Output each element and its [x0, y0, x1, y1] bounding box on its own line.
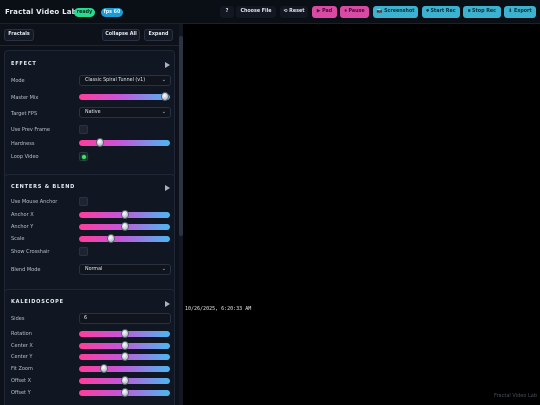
center-y-slider[interactable]: [79, 352, 170, 361]
slider-thumb[interactable]: [100, 364, 109, 373]
slider-thumb[interactable]: [161, 92, 170, 101]
center-y-label: Center Y: [11, 354, 33, 360]
help-button[interactable]: ?: [220, 6, 234, 18]
status-badge: ready: [74, 8, 95, 17]
sides-input[interactable]: 6: [79, 313, 171, 324]
blend-mode-label: Blend Mode: [11, 267, 41, 273]
use-prev-frame-checkbox[interactable]: [79, 125, 88, 134]
hardness-slider[interactable]: [79, 138, 170, 147]
target-fps-select[interactable]: Native ⌄: [79, 107, 171, 118]
rotation-slider[interactable]: [79, 329, 170, 338]
sidebar-toolbar: Fractals Collapse All Expand: [0, 24, 179, 46]
slider-thumb[interactable]: [120, 329, 129, 338]
chevron-down-icon: ⌄: [161, 266, 166, 272]
pad-button[interactable]: ▶ Pad: [312, 6, 337, 18]
effect-panel: EFFECT: [4, 50, 175, 193]
center-x-slider[interactable]: [79, 341, 170, 350]
fps-badge: fps 60: [101, 8, 123, 17]
export-button[interactable]: ⬇ Export: [504, 6, 536, 18]
rotation-label: Rotation: [11, 331, 32, 337]
fit-zoom-slider[interactable]: [79, 364, 170, 373]
anchor-x-label: Anchor X: [11, 212, 34, 218]
slider-thumb[interactable]: [120, 341, 129, 350]
kaleidoscope-panel-title: KALEIDOSCOPE: [11, 299, 64, 305]
slider-thumb[interactable]: [120, 376, 129, 385]
show-crosshair-label: Show Crosshair: [11, 249, 50, 255]
controls-sidebar: Fractals Collapse All Expand EFFECT Mode…: [0, 24, 179, 405]
scale-slider[interactable]: [79, 234, 170, 243]
slider-thumb[interactable]: [120, 352, 129, 361]
use-prev-frame-label: Use Prev Frame: [11, 127, 51, 133]
center-x-label: Center X: [11, 343, 33, 349]
show-crosshair-checkbox[interactable]: [79, 247, 88, 256]
chevron-down-icon: ⌄: [161, 77, 166, 83]
timestamp-overlay: 10/26/2025, 6:20:33 AM: [185, 306, 252, 312]
slider-thumb[interactable]: [106, 234, 115, 243]
screenshot-button[interactable]: 📷 Screenshot: [373, 6, 418, 18]
mode-select[interactable]: Classic Spiral Tunnel (v1) ⌄: [79, 75, 171, 86]
centers-blend-panel-title: CENTERS & BLEND: [11, 184, 76, 190]
master-mix-label: Master Mix: [11, 95, 39, 101]
anchor-x-slider[interactable]: [79, 210, 170, 219]
collapse-all-button[interactable]: Collapse All: [102, 29, 140, 41]
render-canvas[interactable]: 10/26/2025, 6:20:33 AM Fractal Video Lab: [183, 24, 540, 405]
expand-button[interactable]: Expand: [144, 29, 173, 41]
slider-thumb[interactable]: [120, 210, 129, 219]
watermark: Fractal Video Lab: [493, 393, 537, 399]
sides-label: Sides: [11, 316, 25, 322]
stop-rec-button[interactable]: ⏹ Stop Rec: [463, 6, 501, 18]
target-fps-value: Native: [85, 110, 101, 115]
effect-panel-title: EFFECT: [11, 61, 37, 67]
slider-thumb[interactable]: [120, 222, 129, 231]
anchor-y-label: Anchor Y: [11, 224, 34, 230]
pause-button[interactable]: ⏸ Pause: [340, 6, 369, 18]
master-mix-slider[interactable]: [79, 92, 170, 101]
use-mouse-anchor-label: Use Mouse Anchor: [11, 199, 58, 205]
use-mouse-anchor-checkbox[interactable]: [79, 197, 88, 206]
fit-zoom-label: Fit Zoom: [11, 366, 33, 372]
start-rec-button[interactable]: ⏺ Start Rec: [422, 6, 460, 18]
loop-video-label: Loop Video: [11, 154, 39, 160]
mode-select-value: Classic Spiral Tunnel (v1): [85, 78, 146, 83]
blend-mode-value: Normal: [85, 267, 103, 272]
collapse-arrow-icon[interactable]: [165, 185, 170, 191]
loop-video-checkbox[interactable]: [79, 152, 88, 161]
reset-button[interactable]: ⟲ Reset: [280, 6, 308, 18]
offset-y-label: Offset Y: [11, 390, 31, 396]
slider-thumb[interactable]: [95, 138, 104, 147]
offset-x-label: Offset X: [11, 378, 32, 384]
app-title: Fractal Video Lab: [5, 8, 77, 16]
scale-label: Scale: [11, 236, 25, 242]
slider-thumb[interactable]: [120, 388, 129, 397]
offset-y-slider[interactable]: [79, 388, 170, 397]
choose-file-button[interactable]: Choose File: [236, 6, 276, 18]
offset-x-slider[interactable]: [79, 376, 170, 385]
collapse-arrow-icon[interactable]: [165, 62, 170, 68]
target-fps-label: Target FPS: [11, 111, 38, 117]
mode-label: Mode: [11, 78, 25, 84]
fractals-tab[interactable]: Fractals: [4, 29, 34, 41]
hardness-label: Hardness: [11, 141, 35, 147]
collapse-arrow-icon[interactable]: [165, 301, 170, 307]
blend-mode-select[interactable]: Normal ⌄: [79, 264, 171, 275]
anchor-y-slider[interactable]: [79, 222, 170, 231]
chevron-down-icon: ⌄: [161, 109, 166, 115]
top-bar: Fractal Video Lab ready fps 60 ? Choose …: [0, 0, 540, 24]
